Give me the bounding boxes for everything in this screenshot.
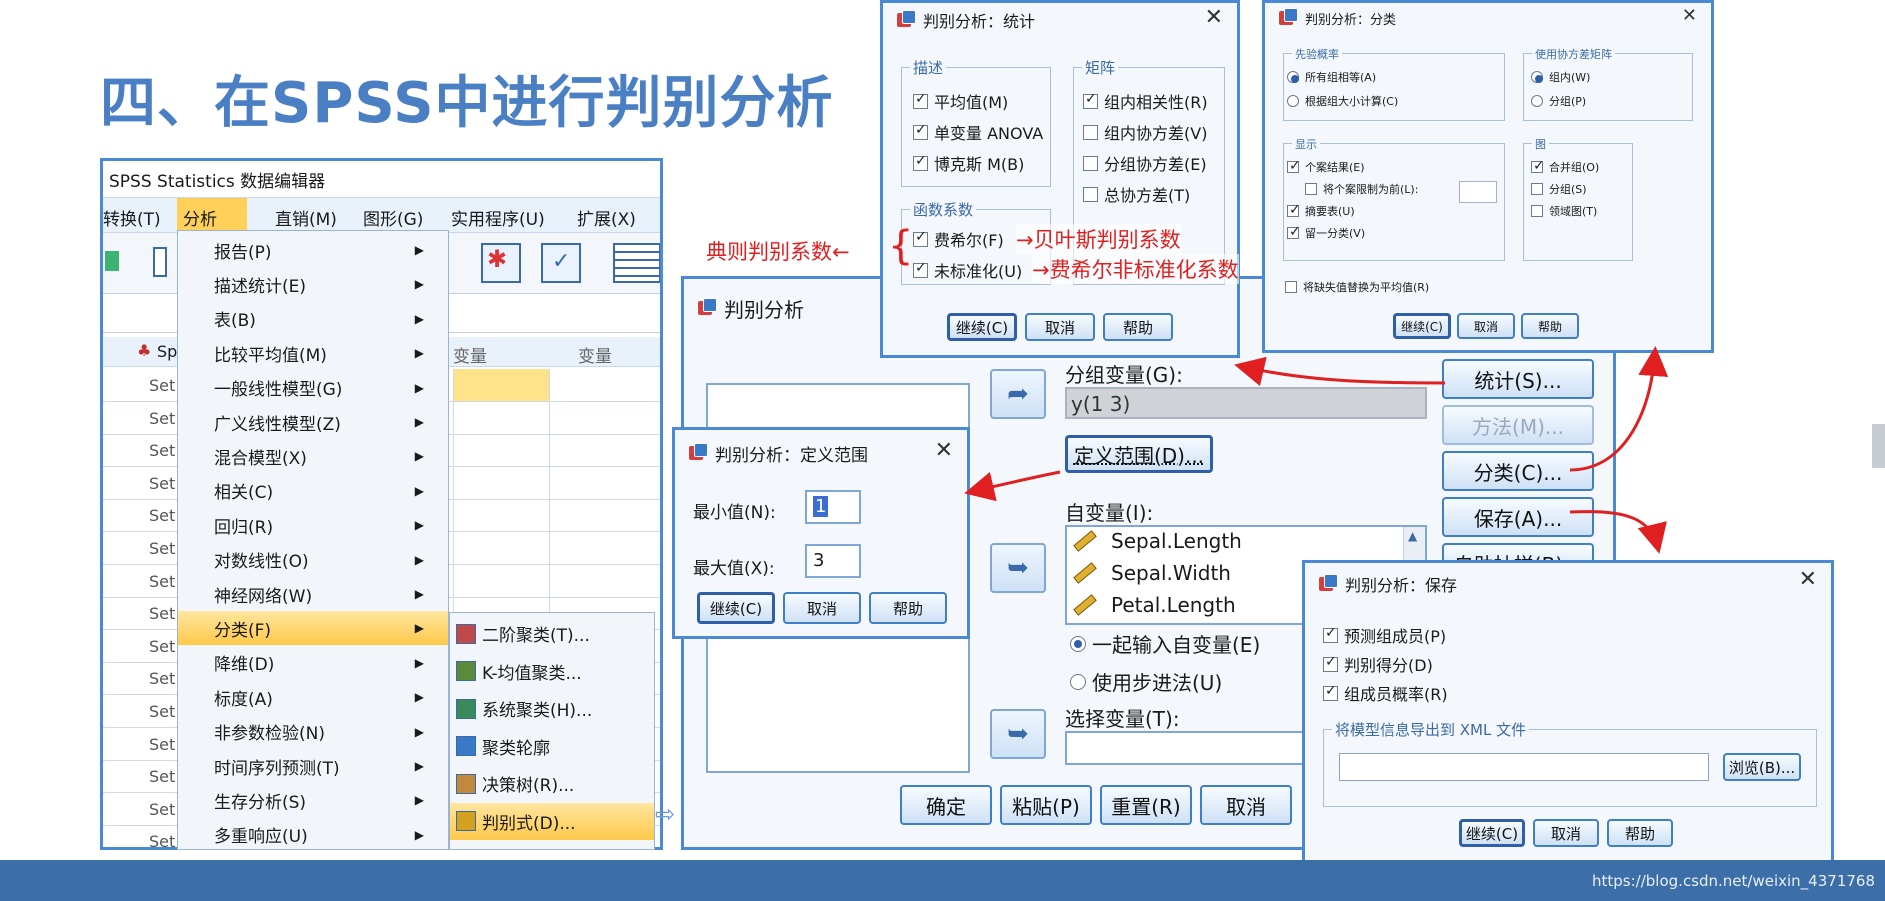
arrow-classify-to-dialog	[1569, 346, 1669, 472]
arrow-stats-to-dialog	[1234, 356, 1446, 387]
footer-url: https://blog.csdn.net/weixin_4371768	[1592, 872, 1875, 890]
footer-bar: https://blog.csdn.net/weixin_4371768	[0, 860, 1885, 901]
slide-scroll-handle[interactable]	[1872, 424, 1885, 468]
arrow-save-to-dialog	[1569, 510, 1667, 554]
arrow-range-to-dialog	[964, 470, 1061, 502]
annotation-arrows	[964, 346, 1669, 554]
